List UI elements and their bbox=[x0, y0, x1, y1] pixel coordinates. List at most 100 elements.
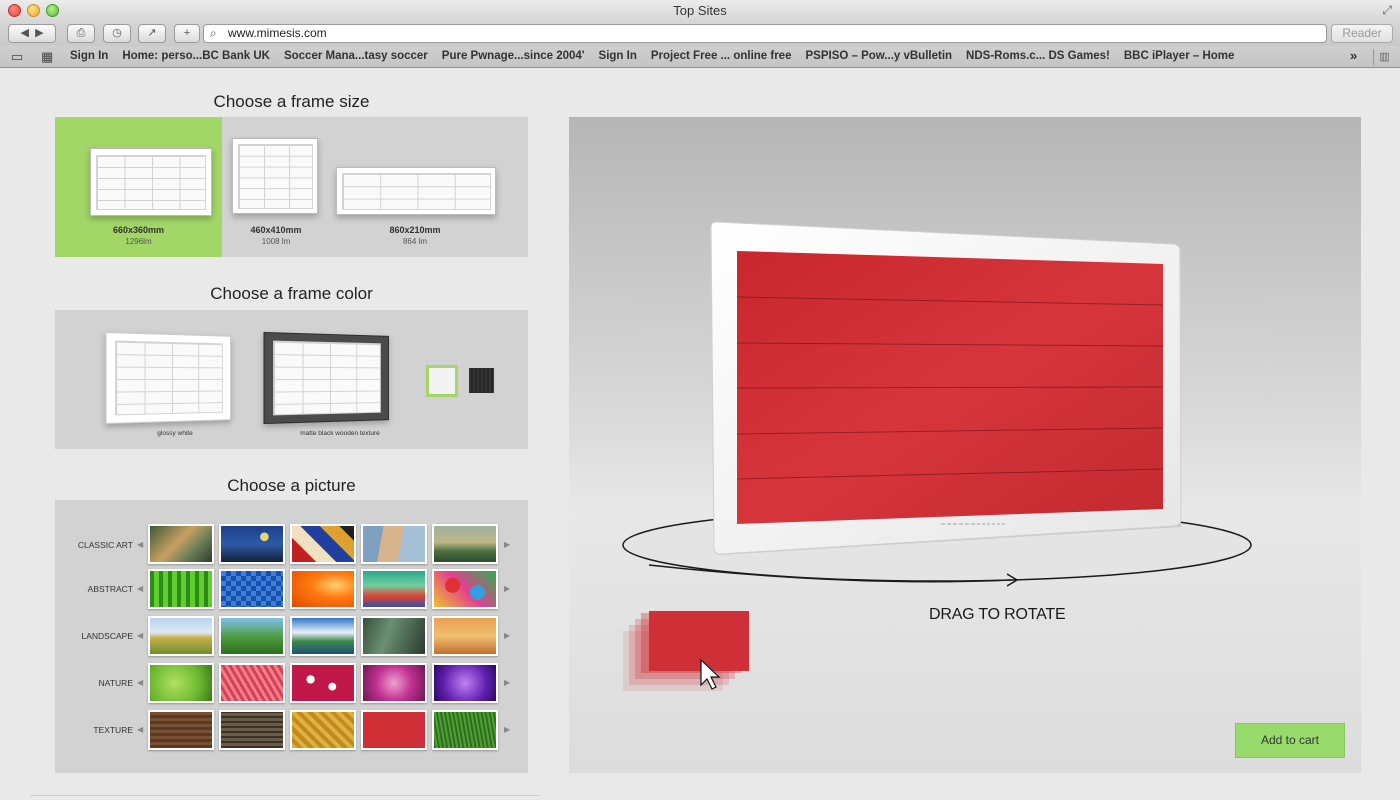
prev-arrow-icon[interactable]: ◀ bbox=[137, 584, 143, 593]
bookmark-item[interactable]: Sign In bbox=[70, 46, 108, 67]
picture-thumb[interactable] bbox=[432, 710, 498, 750]
picture-thumb[interactable] bbox=[432, 663, 498, 703]
share-icon: ↗ bbox=[147, 27, 157, 39]
picture-thumb[interactable] bbox=[219, 710, 285, 750]
picture-thumb[interactable] bbox=[148, 710, 214, 750]
picture-panel: CLASSIC ART ABSTRACT LANDSCAPE NATURE TE… bbox=[55, 500, 528, 773]
bookmark-item[interactable]: Home: perso...BC Bank UK bbox=[122, 46, 270, 67]
reader-button[interactable]: Reader bbox=[1331, 24, 1393, 43]
window-title: Top Sites bbox=[673, 3, 727, 18]
size-lumen: 1008 lm bbox=[261, 237, 291, 246]
picture-thumb[interactable] bbox=[361, 524, 427, 564]
drag-to-rotate-label: DRAG TO ROTATE bbox=[929, 606, 1066, 623]
reading-list-icon[interactable]: ▭ bbox=[11, 49, 23, 65]
footer-divider bbox=[30, 795, 540, 796]
history-button[interactable]: ◷ bbox=[103, 24, 131, 43]
bookmark-item[interactable]: NDS-Roms.c... DS Games! bbox=[966, 46, 1110, 67]
prev-arrow-icon[interactable]: ◀ bbox=[137, 540, 143, 549]
search-icon: ⌕ bbox=[210, 26, 217, 40]
back-arrow-icon[interactable]: ◀ bbox=[20, 27, 28, 39]
bookmarks-bar: ▭ ▦ Sign In Home: perso...BC Bank UK Soc… bbox=[0, 46, 1400, 68]
frame-grid bbox=[342, 173, 491, 210]
size-lumen: 1296lm bbox=[125, 237, 152, 246]
color-caption: matte black wooden texture bbox=[300, 430, 380, 437]
size-option-660x360[interactable]: 660x360mm 1296lm bbox=[55, 117, 222, 257]
prev-arrow-icon[interactable]: ◀ bbox=[137, 631, 143, 640]
size-lumen: 864 lm bbox=[402, 237, 427, 246]
frame-color-title: Choose a frame color bbox=[210, 284, 373, 303]
new-tab-button[interactable]: + bbox=[174, 24, 200, 43]
print-button[interactable]: ⎙ bbox=[67, 24, 95, 43]
color-option-matte-black[interactable] bbox=[263, 331, 395, 428]
prev-arrow-icon[interactable]: ◀ bbox=[137, 725, 143, 734]
bookmark-item[interactable]: Sign In bbox=[599, 46, 637, 67]
picture-thumb-red-felt[interactable] bbox=[361, 710, 427, 750]
more-bookmarks-chevron-icon[interactable]: » bbox=[1350, 48, 1357, 63]
add-to-cart-button[interactable]: Add to cart bbox=[1235, 723, 1345, 758]
picture-thumb[interactable] bbox=[290, 616, 356, 656]
picture-thumb[interactable] bbox=[148, 524, 214, 564]
picture-thumb[interactable] bbox=[361, 569, 427, 609]
forward-arrow-icon[interactable]: ▶ bbox=[35, 27, 43, 39]
picture-thumb[interactable] bbox=[432, 616, 498, 656]
top-sites-grid-icon[interactable]: ▦ bbox=[41, 49, 53, 65]
picture-thumb[interactable] bbox=[290, 569, 356, 609]
bookmark-item[interactable]: Soccer Mana...tasy soccer bbox=[284, 46, 428, 67]
picture-thumb[interactable] bbox=[361, 663, 427, 703]
bookmark-item[interactable]: Project Free ... online free bbox=[651, 46, 792, 67]
picture-thumb[interactable] bbox=[432, 524, 498, 564]
printer-icon: ⎙ bbox=[76, 27, 86, 39]
bookmark-item[interactable]: PSPISO – Pow...y vBulletin bbox=[805, 46, 952, 67]
zoom-window-button[interactable] bbox=[46, 4, 59, 17]
clock-icon: ◷ bbox=[112, 27, 122, 39]
picture-thumb[interactable] bbox=[290, 663, 356, 703]
next-arrow-icon[interactable]: ▶ bbox=[504, 631, 510, 640]
picture-thumb[interactable] bbox=[219, 524, 285, 564]
category-label-classic-art: CLASSIC ART bbox=[77, 540, 133, 550]
picture-thumb[interactable] bbox=[432, 569, 498, 609]
bookmark-item[interactable]: Pure Pwnage...since 2004' bbox=[442, 46, 585, 67]
picture-thumb[interactable] bbox=[290, 524, 356, 564]
size-label: 660x360mm bbox=[112, 225, 165, 235]
frame-color-panel: glossy white matte black wooden texture bbox=[55, 310, 528, 449]
sidebar-toggle-icon[interactable]: ▥ bbox=[1373, 49, 1395, 65]
size-label: 460x410mm bbox=[250, 225, 302, 235]
close-window-button[interactable] bbox=[8, 4, 21, 17]
share-button[interactable]: ↗ bbox=[138, 24, 166, 43]
next-arrow-icon[interactable]: ▶ bbox=[504, 678, 510, 687]
next-arrow-icon[interactable]: ▶ bbox=[504, 725, 510, 734]
swatch-black[interactable] bbox=[469, 368, 494, 393]
drag-hint-icon bbox=[623, 611, 749, 691]
picture-thumb[interactable] bbox=[219, 569, 285, 609]
bookmark-item[interactable]: BBC iPlayer – Home bbox=[1124, 46, 1235, 67]
swatch-white[interactable] bbox=[426, 365, 458, 397]
picture-thumb[interactable] bbox=[148, 616, 214, 656]
fullscreen-icon[interactable]: ⤢ bbox=[1382, 3, 1392, 18]
frame-grid bbox=[238, 144, 313, 209]
prev-arrow-icon[interactable]: ◀ bbox=[137, 678, 143, 687]
color-caption: glossy white bbox=[157, 430, 193, 437]
frame-size-panel: 660x360mm 1296lm 460x410mm 1008 lm 860x2… bbox=[55, 117, 528, 257]
color-option-glossy-white[interactable] bbox=[105, 331, 235, 428]
picture-thumb[interactable] bbox=[148, 569, 214, 609]
picture-thumb[interactable] bbox=[219, 616, 285, 656]
size-option-860x210[interactable]: 860x210mm 864 lm bbox=[330, 117, 500, 257]
url-text[interactable]: www.mimesis.com bbox=[228, 26, 327, 40]
address-bar[interactable]: ⌕ www.mimesis.com bbox=[203, 24, 1327, 43]
frame-thumbnail bbox=[105, 331, 231, 425]
size-option-460x410[interactable]: 460x410mm 1008 lm bbox=[222, 117, 330, 257]
picture-thumb[interactable] bbox=[219, 663, 285, 703]
next-arrow-icon[interactable]: ▶ bbox=[504, 540, 510, 549]
category-label-landscape: LANDSCAPE bbox=[81, 631, 134, 641]
next-arrow-icon[interactable]: ▶ bbox=[504, 584, 510, 593]
frame-preview-area[interactable]: DRAG TO ROTATE Add to cart bbox=[569, 117, 1361, 773]
picture-thumb[interactable] bbox=[290, 710, 356, 750]
minimize-window-button[interactable] bbox=[27, 4, 40, 17]
frame-3d-render[interactable] bbox=[569, 117, 1361, 773]
plus-icon: + bbox=[183, 27, 191, 39]
frame-thumbnail bbox=[336, 167, 496, 215]
picture-thumb[interactable] bbox=[148, 663, 214, 703]
picture-thumb[interactable] bbox=[361, 616, 427, 656]
back-forward-buttons[interactable]: ◀ ▶ bbox=[8, 24, 56, 43]
bookmark-list: Sign In Home: perso...BC Bank UK Soccer … bbox=[70, 46, 1248, 67]
